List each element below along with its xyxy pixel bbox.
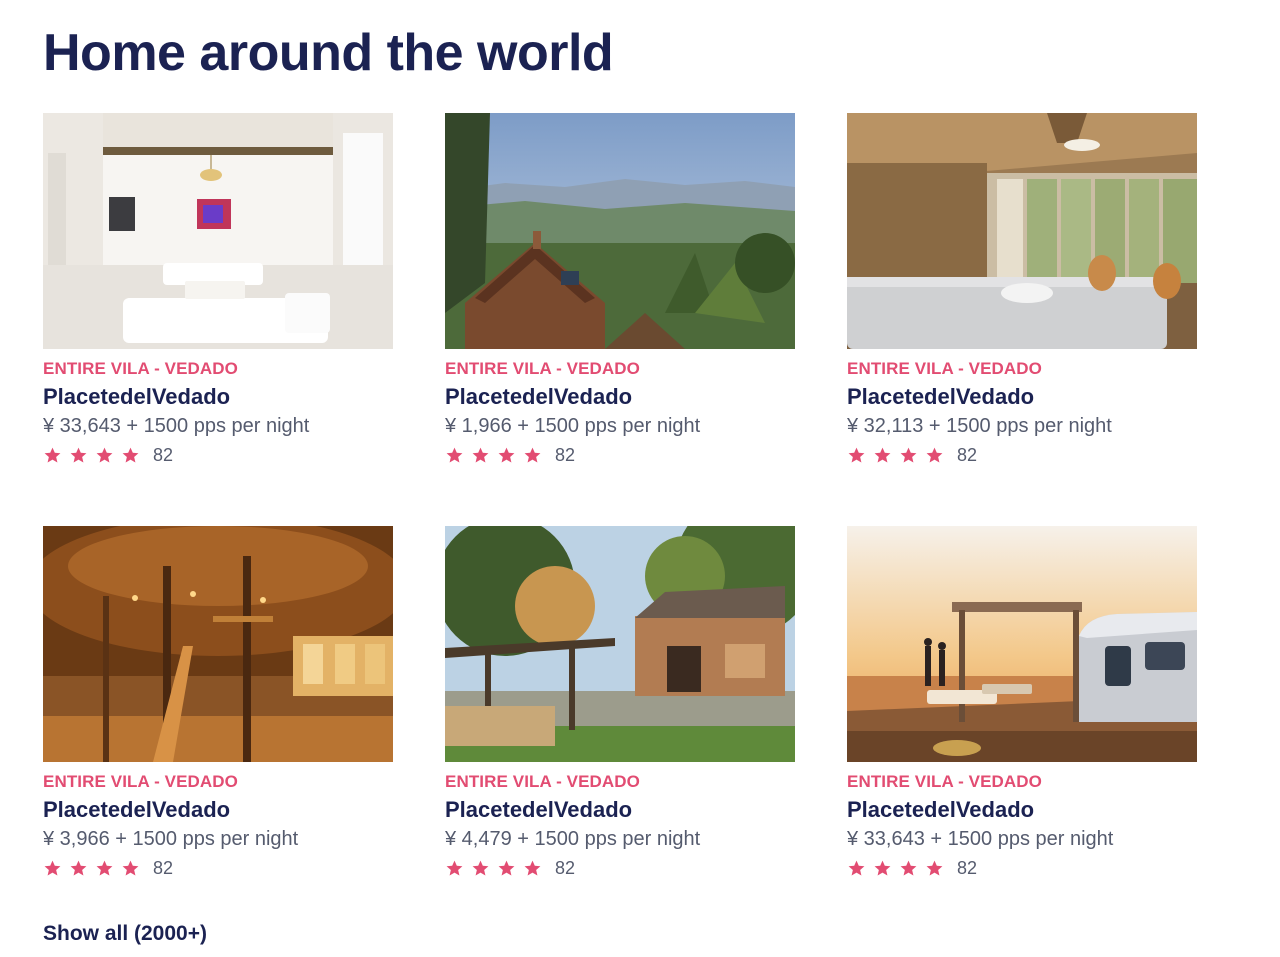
listing-type: ENTIRE VILA - VEDADO xyxy=(43,359,238,378)
listing-card[interactable]: ENTIRE VILA - VEDADO PlacetedelVedado ¥ … xyxy=(445,526,795,879)
listing-photo[interactable] xyxy=(445,526,795,762)
listing-photo[interactable] xyxy=(43,526,393,762)
listing-card[interactable]: ENTIRE VILA - VEDADO PlacetedelVedado ¥ … xyxy=(445,113,795,466)
listing-price: ¥ 32,113 + 1500 pps per night xyxy=(847,415,1112,437)
listing-title[interactable]: PlacetedelVedado xyxy=(847,384,1197,410)
listing-price: ¥ 3,966 + 1500 pps per night xyxy=(43,828,299,850)
star-rating xyxy=(445,446,542,465)
star-icon xyxy=(900,447,917,463)
listing-title[interactable]: PlacetedelVedado xyxy=(445,797,795,823)
listing-title[interactable]: PlacetedelVedado xyxy=(43,384,393,410)
listing-type: ENTIRE VILA - VEDADO xyxy=(847,772,1042,791)
listing-card[interactable]: ENTIRE VILA - VEDADO PlacetedelVedado ¥ … xyxy=(847,526,1197,879)
review-count: 82 xyxy=(957,444,978,465)
listing-type: ENTIRE VILA - VEDADO xyxy=(43,772,238,791)
star-icon xyxy=(472,860,489,876)
star-icon xyxy=(446,447,463,463)
listing-title[interactable]: PlacetedelVedado xyxy=(445,384,795,410)
review-count: 82 xyxy=(957,857,978,878)
listing-type: ENTIRE VILA - VEDADO xyxy=(847,359,1042,378)
star-icon xyxy=(926,860,943,876)
star-icon xyxy=(524,860,541,876)
star-rating xyxy=(847,859,944,878)
listing-rating: 82 xyxy=(847,444,1197,466)
section-title: Home around the world xyxy=(43,24,614,82)
star-icon xyxy=(848,447,865,463)
listing-rating: 82 xyxy=(445,444,795,466)
star-rating xyxy=(847,446,944,465)
show-all-link[interactable]: Show all (2000+) xyxy=(43,920,207,948)
page: Home around the world ENTIRE VILA - VEDA… xyxy=(0,0,1280,957)
listing-card[interactable]: ENTIRE VILA - VEDADO PlacetedelVedado ¥ … xyxy=(43,526,393,879)
star-icon xyxy=(44,447,61,463)
review-count: 82 xyxy=(555,444,576,465)
listing-rating: 82 xyxy=(43,444,393,466)
listing-rating: 82 xyxy=(43,857,393,879)
listing-card[interactable]: ENTIRE VILA - VEDADO PlacetedelVedado ¥ … xyxy=(43,113,393,466)
listing-price: ¥ 1,966 + 1500 pps per night xyxy=(445,415,701,437)
star-icon xyxy=(96,860,113,876)
star-icon xyxy=(900,860,917,876)
listing-photo[interactable] xyxy=(847,113,1197,349)
star-rating xyxy=(43,859,140,878)
star-icon xyxy=(848,860,865,876)
listing-title[interactable]: PlacetedelVedado xyxy=(43,797,393,823)
star-icon xyxy=(44,860,61,876)
star-icon xyxy=(874,860,891,876)
star-icon xyxy=(122,447,139,463)
star-icon xyxy=(874,447,891,463)
star-icon xyxy=(70,860,87,876)
review-count: 82 xyxy=(153,857,174,878)
star-icon xyxy=(472,447,489,463)
review-count: 82 xyxy=(555,857,576,878)
star-icon xyxy=(446,860,463,876)
listing-title[interactable]: PlacetedelVedado xyxy=(847,797,1197,823)
star-rating xyxy=(445,859,542,878)
review-count: 82 xyxy=(153,444,174,465)
listing-photo[interactable] xyxy=(847,526,1197,762)
listing-rating: 82 xyxy=(445,857,795,879)
listing-price: ¥ 33,643 + 1500 pps per night xyxy=(43,415,310,437)
listing-photo[interactable] xyxy=(445,113,795,349)
listing-price: ¥ 4,479 + 1500 pps per night xyxy=(445,828,701,850)
listing-price: ¥ 33,643 + 1500 pps per night xyxy=(847,828,1114,850)
star-rating xyxy=(43,446,140,465)
listing-rating: 82 xyxy=(847,857,1197,879)
star-icon xyxy=(926,447,943,463)
star-icon xyxy=(96,447,113,463)
star-icon xyxy=(524,447,541,463)
star-icon xyxy=(122,860,139,876)
star-icon xyxy=(70,447,87,463)
listing-photo[interactable] xyxy=(43,113,393,349)
listing-card[interactable]: ENTIRE VILA - VEDADO PlacetedelVedado ¥ … xyxy=(847,113,1197,466)
star-icon xyxy=(498,860,515,876)
star-icon xyxy=(498,447,515,463)
listing-type: ENTIRE VILA - VEDADO xyxy=(445,359,640,378)
listing-type: ENTIRE VILA - VEDADO xyxy=(445,772,640,791)
